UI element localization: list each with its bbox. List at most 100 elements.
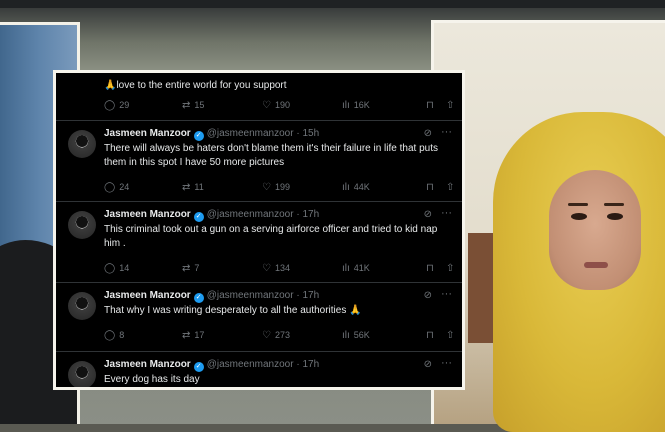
tweet-actions: ◯ 24 ⇄ 11 ♡ 199 ılı 44K ⊓ ⇧ — [104, 182, 454, 196]
bookmark-icon: ⊓ — [426, 100, 434, 111]
avatar[interactable] — [68, 292, 96, 320]
reply-button[interactable]: ◯ 14 — [104, 263, 129, 274]
eye-left — [571, 213, 587, 220]
grok-icon[interactable]: ⊘ — [424, 359, 432, 370]
views-button[interactable]: ılı 16K — [342, 100, 370, 111]
retweet-icon: ⇄ — [182, 182, 191, 193]
tweet-item[interactable]: Jasmeen Manzoor ✓ @jasmeenmanzoor · 17h ⊘ … — [56, 353, 462, 387]
more-icon[interactable]: ··· — [441, 288, 452, 300]
speech-bubble-icon: ◯ — [104, 263, 116, 274]
retweet-button[interactable]: ⇄ 11 — [182, 182, 204, 193]
like-button[interactable]: ♡ 273 — [262, 330, 290, 341]
tweet-text: This criminal took out a gun on a servin… — [104, 224, 438, 249]
share-icon: ⇧ — [446, 100, 455, 111]
heart-icon: ♡ — [262, 263, 271, 274]
bookmark-button[interactable]: ⊓ — [426, 263, 438, 274]
eyebrow-left — [568, 203, 588, 206]
bookmark-button[interactable]: ⊓ — [426, 330, 438, 341]
bar-chart-icon: ılı — [342, 100, 350, 111]
tweet-text: There will always be haters don't blame … — [104, 143, 438, 168]
grok-icon[interactable]: ⊘ — [424, 290, 432, 301]
bookmark-icon: ⊓ — [426, 182, 434, 193]
avatar[interactable] — [68, 211, 96, 239]
heart-icon: ♡ — [262, 182, 271, 193]
author-handle[interactable]: @jasmeenmanzoor — [207, 209, 294, 220]
reply-button[interactable]: ◯ 24 — [104, 182, 129, 193]
author-name[interactable]: Jasmeen Manzoor — [104, 290, 191, 301]
views-button[interactable]: ılı 44K — [342, 182, 370, 193]
verified-badge-icon: ✓ — [193, 131, 204, 141]
tweet-actions: ◯ 29 ⇄ 15 ♡ 190 ılı 16K ⊓ ⇧ — [104, 100, 454, 114]
like-button[interactable]: ♡ 134 — [262, 263, 290, 274]
mouth — [584, 262, 608, 268]
more-icon[interactable]: ··· — [441, 126, 452, 138]
speech-bubble-icon: ◯ — [104, 330, 116, 341]
bookmark-icon: ⊓ — [426, 330, 434, 341]
share-button[interactable]: ⇧ — [446, 330, 458, 341]
share-button[interactable]: ⇧ — [446, 263, 458, 274]
verified-badge-icon: ✓ — [193, 212, 204, 222]
verified-badge-icon: ✓ — [193, 293, 204, 303]
eye-right — [607, 213, 623, 220]
share-icon: ⇧ — [446, 330, 455, 341]
tweet-item[interactable]: Jasmeen Manzoor ✓ @jasmeenmanzoor · 15h ⊘ … — [56, 122, 462, 202]
speech-bubble-icon: ◯ — [104, 100, 116, 111]
avatar[interactable] — [68, 130, 96, 158]
tweet-header: Jasmeen Manzoor ✓ @jasmeenmanzoor · 15h — [104, 128, 319, 141]
reply-button[interactable]: ◯ 8 — [104, 330, 124, 341]
speech-bubble-icon: ◯ — [104, 182, 116, 193]
retweet-icon: ⇄ — [182, 100, 191, 111]
tweet-time[interactable]: · 17h — [296, 209, 319, 220]
tweet-thread-card: 🙏love to the entire world for you suppor… — [53, 70, 465, 390]
share-icon: ⇧ — [446, 263, 455, 274]
retweet-button[interactable]: ⇄ 7 — [182, 263, 199, 274]
eyebrow-right — [604, 203, 624, 206]
views-button[interactable]: ılı 56K — [342, 330, 370, 341]
avatar[interactable] — [68, 361, 96, 387]
like-button[interactable]: ♡ 199 — [262, 182, 290, 193]
verified-badge-icon: ✓ — [193, 362, 204, 372]
grok-icon[interactable]: ⊘ — [424, 209, 432, 220]
retweet-button[interactable]: ⇄ 17 — [182, 330, 204, 341]
author-name[interactable]: Jasmeen Manzoor — [104, 128, 191, 139]
bar-chart-icon: ılı — [342, 330, 350, 341]
author-name[interactable]: Jasmeen Manzoor — [104, 209, 191, 220]
tweet-thread: 🙏love to the entire world for you suppor… — [56, 73, 462, 387]
woman-face — [549, 170, 641, 290]
tweet-header: Jasmeen Manzoor ✓ @jasmeenmanzoor · 17h — [104, 290, 319, 303]
author-name[interactable]: Jasmeen Manzoor — [104, 359, 191, 370]
share-button[interactable]: ⇧ — [446, 100, 458, 111]
tweet-time[interactable]: · 17h — [296, 290, 319, 301]
retweet-button[interactable]: ⇄ 15 — [182, 100, 204, 111]
retweet-icon: ⇄ — [182, 263, 191, 274]
bookmark-button[interactable]: ⊓ — [426, 182, 438, 193]
bookmark-button[interactable]: ⊓ — [426, 100, 438, 111]
tweet-item[interactable]: Jasmeen Manzoor ✓ @jasmeenmanzoor · 17h ⊘ … — [56, 284, 462, 352]
heart-icon: ♡ — [262, 100, 271, 111]
tweet-header: Jasmeen Manzoor ✓ @jasmeenmanzoor · 17h — [104, 209, 319, 222]
heart-icon: ♡ — [262, 330, 271, 341]
share-button[interactable]: ⇧ — [446, 182, 458, 193]
tweet-text: Every dog has its day — [104, 374, 200, 385]
tweet-actions: ◯ 8 ⇄ 17 ♡ 273 ılı 56K ⊓ ⇧ — [104, 330, 454, 344]
share-icon: ⇧ — [446, 182, 455, 193]
more-icon[interactable]: ··· — [441, 207, 452, 219]
tweet-text: That why I was writing desperately to al… — [104, 305, 362, 316]
reply-button[interactable]: ◯ 29 — [104, 100, 129, 111]
bookmark-icon: ⊓ — [426, 263, 434, 274]
more-icon[interactable]: ··· — [441, 357, 452, 369]
author-handle[interactable]: @jasmeenmanzoor — [207, 359, 294, 370]
tweet-time[interactable]: · 15h — [296, 128, 319, 139]
author-handle[interactable]: @jasmeenmanzoor — [207, 128, 294, 139]
bar-chart-icon: ılı — [342, 263, 350, 274]
tweet-time[interactable]: · 17h — [296, 359, 319, 370]
background-strip — [0, 0, 665, 8]
like-button[interactable]: ♡ 190 — [262, 100, 290, 111]
tweet-item[interactable]: Jasmeen Manzoor ✓ @jasmeenmanzoor · 17h ⊘ … — [56, 203, 462, 283]
views-button[interactable]: ılı 41K — [342, 263, 370, 274]
tweet-text: 🙏love to the entire world for you suppor… — [104, 80, 287, 91]
grok-icon[interactable]: ⊘ — [424, 128, 432, 139]
tweet-item[interactable]: 🙏love to the entire world for you suppor… — [56, 73, 462, 121]
tweet-actions: ◯ 14 ⇄ 7 ♡ 134 ılı 41K ⊓ ⇧ — [104, 263, 454, 277]
author-handle[interactable]: @jasmeenmanzoor — [207, 290, 294, 301]
